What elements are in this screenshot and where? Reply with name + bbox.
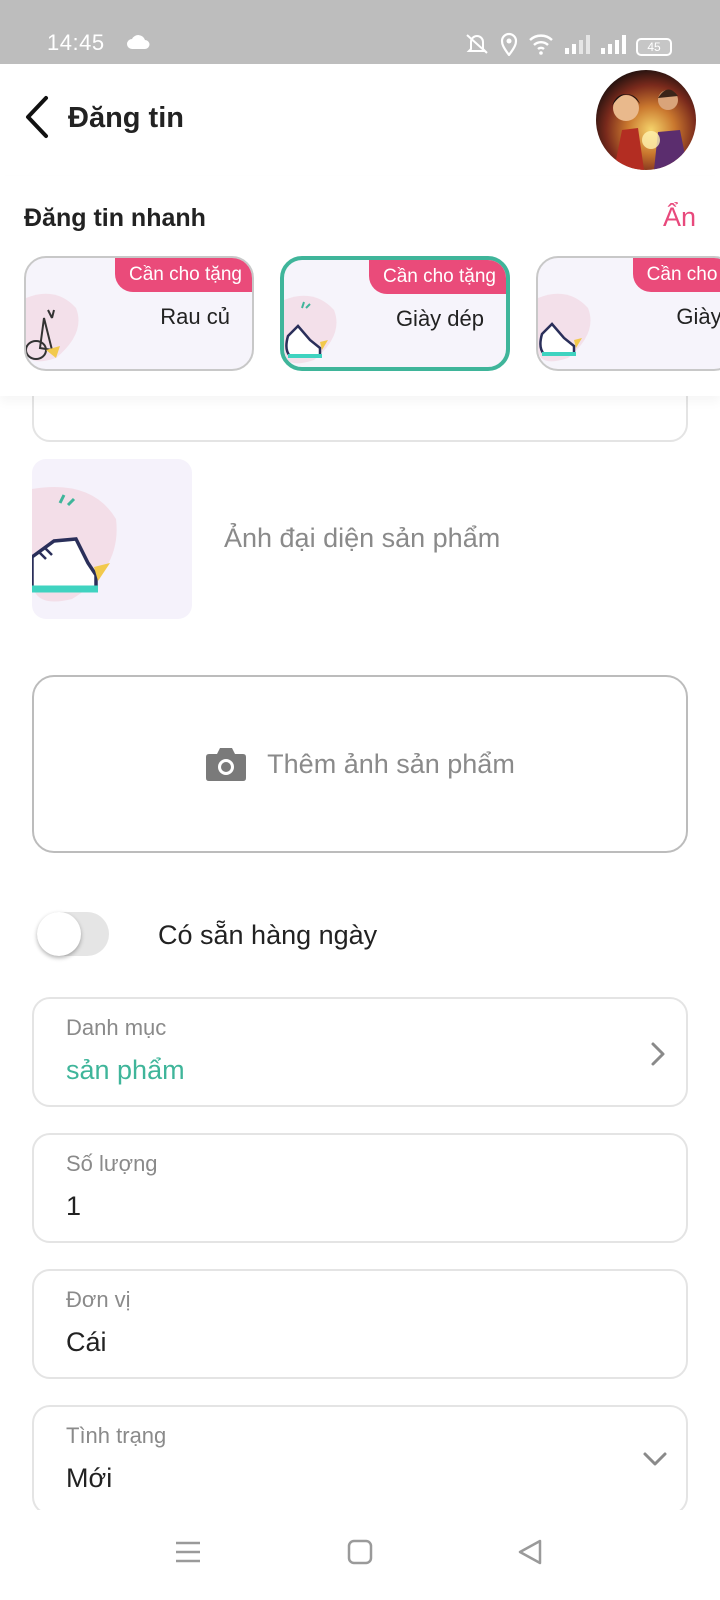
quick-post-section: Đăng tin nhanh Ẩn Cần cho tặng Rau củ Cầ…: [0, 176, 720, 396]
product-thumbnail[interactable]: [32, 459, 192, 619]
avatar[interactable]: [596, 70, 696, 170]
wifi-icon: [528, 33, 554, 60]
chevron-down-icon: [643, 1452, 667, 1466]
vegetable-icon: [26, 293, 79, 362]
camera-icon: [206, 748, 247, 781]
signal-icon: [600, 34, 626, 59]
quick-card-rau-cu[interactable]: Cần cho tặng Rau củ: [24, 256, 254, 371]
cloud-icon: [126, 34, 150, 55]
toggle-knob: [37, 912, 81, 956]
condition-field[interactable]: Tình trạng Mới: [32, 1405, 688, 1515]
add-photo-label: Thêm ảnh sản phẩm: [267, 748, 515, 779]
quick-card-tag: Cần cho t: [632, 258, 720, 292]
category-label: Danh mục: [66, 1015, 167, 1040]
quick-card-giay-dep[interactable]: Cần cho tặng Giày dép: [280, 256, 510, 371]
unit-value: Cái: [66, 1327, 107, 1357]
system-nav-bar: [0, 1510, 720, 1600]
app-header: Đăng tin: [0, 64, 720, 170]
add-photo-button[interactable]: Thêm ảnh sản phẩm: [32, 675, 688, 853]
quick-card-label: Giày d: [676, 304, 720, 329]
status-icons: 45: [464, 32, 672, 61]
category-field[interactable]: Danh mục sản phẩm: [32, 997, 688, 1107]
quantity-value: 1: [66, 1191, 82, 1221]
quick-card-tag: Cần cho tặng: [368, 260, 506, 294]
status-time: 14:45: [47, 30, 105, 55]
quick-card-label: Rau củ: [160, 304, 230, 329]
back-nav-icon[interactable]: [516, 1538, 544, 1566]
quick-card-giay-dep-2[interactable]: Cần cho t Giày d: [536, 256, 720, 371]
chevron-right-icon: [651, 1042, 665, 1066]
chevron-left-icon: [26, 96, 48, 138]
quantity-label: Số lượng: [66, 1151, 158, 1176]
home-icon[interactable]: [346, 1538, 374, 1566]
quick-card-label: Giày dép: [395, 306, 484, 331]
status-bar: 14:45 45: [0, 0, 720, 64]
unit-label: Đơn vị: [66, 1287, 131, 1312]
location-icon: [500, 32, 518, 61]
signal-icon: [564, 34, 590, 59]
page-title: Đăng tin: [68, 102, 184, 134]
shoe-icon: [284, 295, 337, 364]
quantity-field[interactable]: Số lượng 1: [32, 1133, 688, 1243]
battery-icon: 45: [636, 37, 672, 56]
category-value: sản phẩm: [66, 1055, 185, 1085]
daily-availability-label: Có sẵn hàng ngày: [158, 920, 378, 950]
mute-icon: [464, 32, 490, 61]
hide-quick-post-button[interactable]: Ẩn: [663, 202, 696, 233]
shoe-icon: [32, 487, 117, 602]
condition-value: Mới: [66, 1463, 113, 1493]
unit-field[interactable]: Đơn vị Cái: [32, 1269, 688, 1379]
condition-label: Tình trạng: [66, 1423, 167, 1448]
menu-icon[interactable]: [174, 1538, 202, 1566]
shoe-icon: [538, 293, 591, 362]
thumbnail-label: Ảnh đại diện sản phẩm: [224, 523, 501, 553]
daily-availability-toggle[interactable]: [37, 912, 109, 956]
back-button[interactable]: [18, 92, 58, 142]
quick-card-tag: Cần cho tặng: [114, 258, 252, 292]
quick-post-title: Đăng tin nhanh: [24, 204, 206, 232]
